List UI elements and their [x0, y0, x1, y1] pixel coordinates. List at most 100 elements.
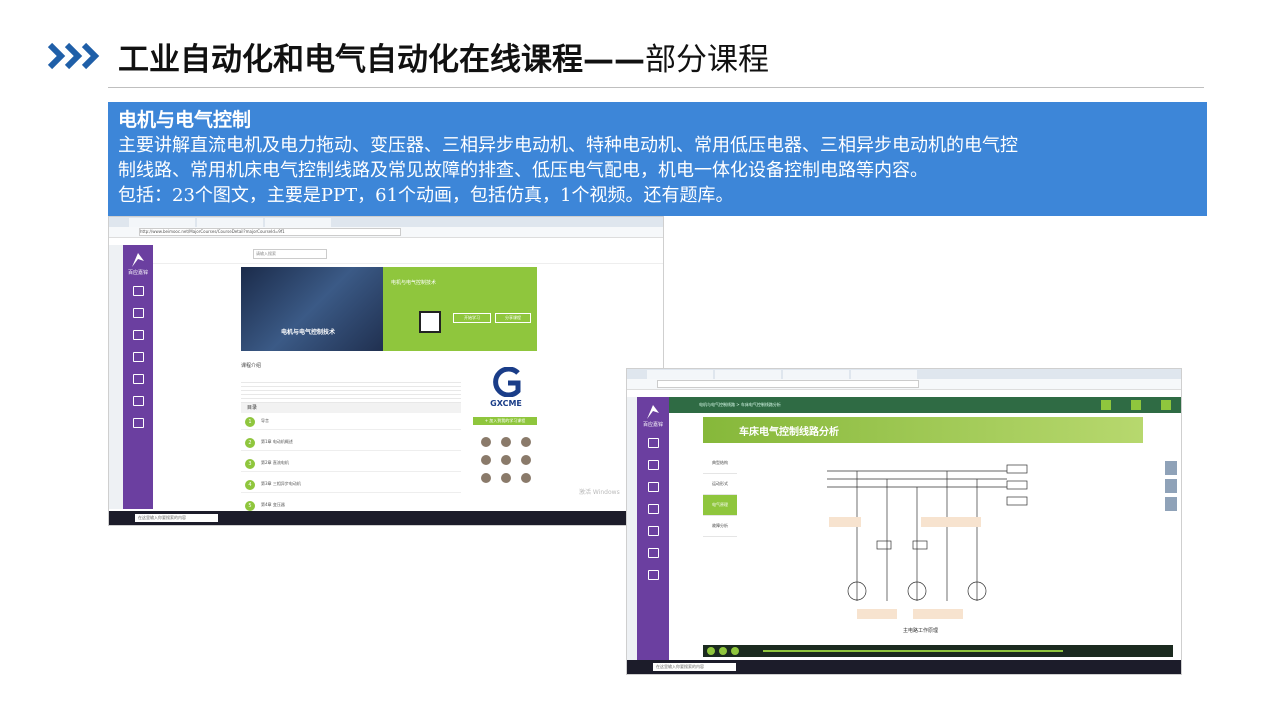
share-button: 分享课程: [495, 313, 531, 323]
avatar: [481, 455, 491, 465]
intro-label: 课程介绍: [241, 363, 262, 369]
monitor-icon: [1101, 400, 1111, 410]
row-label: 第3章 三相异步电动机: [261, 481, 301, 486]
lesson-menu: 典型结构 运动形式 电气原理 故障分析: [703, 453, 737, 537]
avatar: [521, 455, 531, 465]
book-icon: [1131, 400, 1141, 410]
row-number: 4: [245, 480, 255, 490]
site-logo: 百应嘉锌: [637, 397, 669, 433]
browser-tab: [197, 218, 263, 227]
course-banner: 电机与电气控制技术 电机与电气控制技术 开始学习 分享课程: [241, 267, 537, 351]
list-item: 3 第2章 直流电机: [241, 457, 461, 472]
browser-tab: [783, 370, 849, 379]
row-number: 3: [245, 459, 255, 469]
taskbar-search: 在这里输入你要搜索的内容: [653, 663, 736, 671]
trophy-icon: [647, 526, 659, 536]
page-title: 工业自动化和电气自动化在线课程——部分课程: [118, 34, 769, 79]
course-cover: 电机与电气控制技术: [241, 267, 383, 351]
gxcme-g-icon: [493, 366, 521, 398]
avatar: [501, 437, 511, 447]
windows-taskbar: 在这里输入你要搜索的内容: [109, 511, 663, 525]
site-logo: 百应嘉锌: [123, 245, 153, 281]
lesson-menu-item: 典型结构: [703, 453, 737, 474]
list-item: 1 导言: [241, 415, 461, 430]
sidebar-item: [637, 499, 669, 521]
row-label: 导言: [261, 418, 269, 423]
course-info-box: 电机与电气控制 主要讲解直流电机及电力拖动、变压器、三相异步电动机、特种电动机、…: [108, 102, 1207, 216]
circuit-diagram: [827, 464, 1028, 619]
play-icon: [719, 647, 727, 655]
sidebar-item: [123, 369, 153, 391]
clock-icon: [132, 418, 144, 428]
row-label: 第4章 变压器: [261, 502, 285, 507]
sidebar-item: [123, 303, 153, 325]
note-icon: [1165, 479, 1177, 493]
cover-caption: 电机与电气控制技术: [281, 329, 336, 336]
browser-side-strip: [627, 397, 637, 660]
grid-icon: [132, 330, 144, 340]
course-title: 电机与电气控制技术: [391, 280, 437, 286]
clock-icon: [647, 570, 659, 580]
avatar: [521, 473, 531, 483]
address-bar: http://www.beimooc.net/MajorCourses/Cour…: [109, 227, 663, 238]
trophy-icon: [132, 374, 144, 384]
lesson-menu-item-active: 电气原理: [703, 495, 737, 516]
avatar: [501, 455, 511, 465]
course-desc-line3: 包括：23个图文，主要是PPT，61个动画，包括仿真，1个视频。还有题库。: [118, 185, 734, 206]
sidebar-item: [123, 347, 153, 369]
sidebar-item: [123, 413, 153, 435]
gear-icon: [1161, 400, 1171, 410]
user-icon: [647, 460, 659, 470]
title-divider: [108, 87, 1204, 88]
windows-taskbar: 在这里输入你要搜索的内容: [627, 660, 1181, 674]
url-field: http://www.beimooc.net/MajorCourses/Cour…: [139, 228, 401, 236]
brand-name: 百应嘉锌: [127, 269, 148, 276]
site-sidebar: 百应嘉锌: [637, 397, 669, 660]
chart-icon: [647, 548, 659, 558]
diagram-caption: 主电路工作原理: [903, 628, 939, 634]
intro-text: [241, 379, 461, 403]
join-course-button: + 加入到我的学习课程: [473, 417, 537, 425]
screenshot-course-page: http://www.beimooc.net/MajorCourses/Cour…: [108, 216, 664, 526]
lesson-topbar: 电机与电气控制线路 > 车床电气控制线路分析: [669, 397, 1181, 413]
prev-icon: [707, 647, 715, 655]
media-player-bar: [703, 645, 1173, 657]
chevron-right-icon: [47, 42, 100, 70]
book-icon: [132, 352, 144, 362]
sidebar-item: [637, 455, 669, 477]
course-heading: 电机与电气控制: [118, 109, 252, 131]
sidebar-item: [123, 325, 153, 347]
breadcrumb: 电机与电气控制线路 > 车床电气控制线路分析: [699, 402, 781, 407]
address-bar: [627, 379, 1181, 390]
sidebar-item: [637, 565, 669, 587]
course-desc-line1: 主要讲解直流电机及电力拖动、变压器、三相异步电动机、特种电动机、常用低压电器、三…: [118, 135, 1018, 156]
row-label: 第2章 直流电机: [261, 460, 289, 465]
list-icon: [1165, 497, 1177, 511]
sidebar-item: [123, 281, 153, 303]
sidebar-item: [123, 391, 153, 413]
browser-tabbar: [109, 217, 663, 227]
site-search: 请输入搜索: [253, 249, 327, 259]
page-title-bold: 工业自动化和电气自动化在线课程——: [118, 42, 645, 78]
row-number: 5: [245, 501, 255, 511]
user-icon: [132, 308, 144, 318]
gxcme-logo: GXCME: [481, 366, 531, 411]
avatar: [481, 437, 491, 447]
gxcme-text: GXCME: [490, 399, 522, 408]
book-icon: [647, 504, 659, 514]
browser-tab: [129, 218, 195, 227]
start-learning-button: 开始学习: [453, 313, 491, 323]
sidebar-item: [637, 477, 669, 499]
list-item: 2 第1章 电动机概述: [241, 436, 461, 451]
grid-icon: [647, 482, 659, 492]
sidebar-item: [637, 433, 669, 455]
site-sidebar: 百应嘉锌: [123, 245, 153, 509]
next-icon: [731, 647, 739, 655]
browser-tab: [715, 370, 781, 379]
screenshot-lesson-page: 百应嘉锌 电机与电气控制线路 > 车床电气控制线路分析 车床电气控制线路分析 典…: [626, 368, 1182, 675]
sidebar-item: [637, 543, 669, 565]
monitor-icon: [647, 438, 659, 448]
lesson-menu-item: 运动形式: [703, 474, 737, 495]
catalog-header: 目录: [241, 403, 461, 413]
browser-tab: [265, 218, 331, 227]
